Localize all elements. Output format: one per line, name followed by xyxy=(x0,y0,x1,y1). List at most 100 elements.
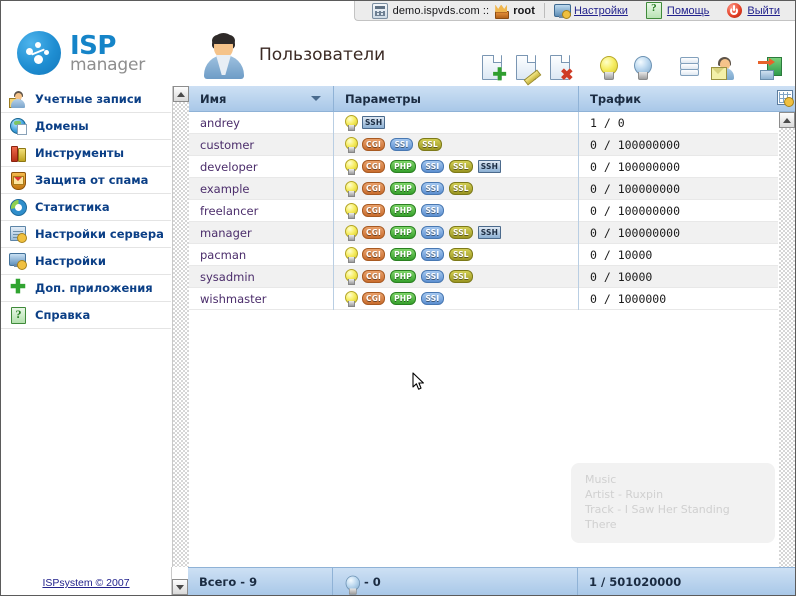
sidebar-item-spam-protection[interactable]: Защита от спама xyxy=(1,167,171,194)
cell-parameters: CGI PHP SSI xyxy=(333,287,578,310)
logout-group[interactable]: Выйти xyxy=(718,2,789,20)
cell-parameters: CGI PHP SSI SSL xyxy=(333,243,578,266)
column-header-label: Параметры xyxy=(345,91,421,106)
sidebar-scrollbar[interactable] xyxy=(172,86,189,595)
cell-username[interactable]: developer xyxy=(189,160,333,174)
param-tag-php: PHP xyxy=(390,204,416,217)
sidebar-item-label: Статистика xyxy=(35,200,110,214)
cell-username[interactable]: pacman xyxy=(189,248,333,262)
help-group[interactable]: Помощь xyxy=(637,2,719,20)
edit-user-button[interactable] xyxy=(510,51,544,86)
bulb-on-icon xyxy=(344,136,358,153)
sidebar-item-label: Домены xyxy=(35,119,89,133)
column-header-params[interactable]: Параметры xyxy=(333,86,578,111)
column-header-traffic[interactable]: Трафик xyxy=(578,86,795,111)
help-link[interactable]: Помощь xyxy=(667,5,710,17)
cell-traffic: 0 / 1000000 xyxy=(578,287,778,310)
chevron-up-icon xyxy=(783,117,791,123)
bulb-on-icon xyxy=(344,180,358,197)
content-scrollbar-track[interactable] xyxy=(779,128,795,579)
param-tag-ssh: SSH xyxy=(477,160,502,173)
user-logs-button[interactable] xyxy=(672,51,706,85)
footer: ISPsystem © 2007 Всего - 9 - 0 1 / 50102… xyxy=(1,567,795,595)
sidebar-scrollbar-track[interactable] xyxy=(173,102,189,579)
cell-username[interactable]: wishmaster xyxy=(189,292,333,306)
param-tag-ssi: SSI xyxy=(420,182,444,195)
param-tag-php: PHP xyxy=(390,270,416,283)
cell-username[interactable]: manager xyxy=(189,226,333,240)
param-tag-php: PHP xyxy=(390,248,416,261)
server-icon xyxy=(371,2,388,19)
table-row[interactable]: andrey SSH 1 / 0 xyxy=(189,112,778,134)
status-total: Всего - 9 xyxy=(199,574,258,589)
bulb-on-icon xyxy=(344,202,358,219)
sidebar: Учетные записи Домены Инструменты Защита… xyxy=(1,86,172,595)
isp-logo-icon xyxy=(17,31,61,75)
param-tag-cgi: CGI xyxy=(362,182,386,195)
sidebar-scroll-down-button[interactable] xyxy=(172,579,188,595)
column-header-name[interactable]: Имя xyxy=(189,86,333,111)
param-tag-ssl: SSL xyxy=(448,248,473,261)
footer-left: ISPsystem © 2007 xyxy=(1,567,171,595)
param-tag-cgi: CGI xyxy=(362,292,386,305)
cell-username[interactable]: example xyxy=(189,182,333,196)
table-row[interactable]: wishmaster CGI PHP SSI 0 / 1000000 xyxy=(189,287,778,310)
table-row[interactable]: example CGI PHP SSI SSL 0 / 100000000 xyxy=(189,177,778,200)
cell-username[interactable]: andrey xyxy=(189,116,333,130)
table-rows: andrey SSH 1 / 0 customer CGI SSI SSL 0 / 10000… xyxy=(189,112,778,595)
sidebar-item-tools[interactable]: Инструменты xyxy=(1,140,171,167)
table-row[interactable]: sysadmin CGI PHP SSI SSL 0 / 10000 xyxy=(189,265,778,288)
ispmanager-window: demo.ispvds.com :: root Настройки Помощь… xyxy=(0,0,796,596)
sidebar-item-additional-apps[interactable]: Доп. приложения xyxy=(1,275,171,302)
column-settings-icon[interactable] xyxy=(777,90,794,107)
sidebar-item-label: Справка xyxy=(35,308,91,322)
content-scrollbar[interactable] xyxy=(778,112,795,595)
sidebar-item-help[interactable]: Справка xyxy=(1,302,171,329)
user-mail-button[interactable] xyxy=(706,51,740,85)
logo[interactable]: ISP manager xyxy=(17,31,145,75)
cell-traffic: 1 / 0 xyxy=(578,112,778,134)
table-row[interactable]: customer CGI SSI SSL 0 / 100000000 xyxy=(189,133,778,156)
cell-traffic: 0 / 10000 xyxy=(578,265,778,288)
current-user: root xyxy=(513,4,535,17)
sidebar-item-accounts[interactable]: Учетные записи xyxy=(1,86,171,113)
status-bar: Всего - 9 - 0 1 / 501020000 xyxy=(188,567,795,595)
disable-user-button[interactable] xyxy=(625,51,659,85)
cell-username[interactable]: customer xyxy=(189,138,333,152)
server-user-group: demo.ispvds.com :: root xyxy=(363,2,544,20)
table-row[interactable]: developer CGI PHP SSI SSL SSH 0 / 100000000 xyxy=(189,155,778,178)
settings-group[interactable]: Настройки xyxy=(545,2,637,20)
table-row[interactable]: manager CGI PHP SSI SSL SSH 0 / 100000000 xyxy=(189,221,778,244)
table-row[interactable]: pacman CGI PHP SSI SSL 0 / 10000 xyxy=(189,243,778,266)
new-user-button[interactable] xyxy=(476,51,510,85)
logout-link[interactable]: Выйти xyxy=(747,5,780,17)
sidebar-scroll-up-button[interactable] xyxy=(173,86,189,102)
table-row[interactable]: freelancer CGI PHP SSI 0 / 100000000 xyxy=(189,199,778,222)
param-tag-ssh: SSH xyxy=(362,116,386,129)
sidebar-item-server-settings[interactable]: Настройки сервера xyxy=(1,221,171,248)
table-header: Имя Параметры Трафик xyxy=(189,86,795,112)
status-disabled-count: - 0 xyxy=(332,568,577,595)
cell-username[interactable]: sysadmin xyxy=(189,270,333,284)
sidebar-item-statistics[interactable]: Статистика xyxy=(1,194,171,221)
param-tag-php: PHP xyxy=(390,160,416,173)
page-header: Пользователи xyxy=(201,31,385,79)
content-scroll-up-button[interactable] xyxy=(779,112,795,128)
stack-icon xyxy=(678,56,700,80)
cell-traffic: 0 / 100000000 xyxy=(578,177,778,200)
param-tag-ssi: SSI xyxy=(420,226,444,239)
cell-username[interactable]: freelancer xyxy=(189,204,333,218)
bulb-on-icon xyxy=(344,268,358,285)
enable-user-button[interactable] xyxy=(591,51,625,85)
mouse-cursor xyxy=(412,372,426,392)
sidebar-item-settings[interactable]: Настройки xyxy=(1,248,171,275)
param-tag-ssi: SSI xyxy=(420,160,444,173)
sidebar-item-domains[interactable]: Домены xyxy=(1,113,171,140)
footer-scrollbar[interactable] xyxy=(171,567,188,595)
ispsystem-copyright-link[interactable]: ISPsystem © 2007 xyxy=(1,577,171,589)
delete-user-button[interactable] xyxy=(544,51,578,85)
settings-link[interactable]: Настройки xyxy=(574,5,628,17)
enter-as-user-button[interactable] xyxy=(753,51,787,85)
bulb-on-icon xyxy=(344,114,358,131)
server-settings-icon xyxy=(9,225,27,243)
